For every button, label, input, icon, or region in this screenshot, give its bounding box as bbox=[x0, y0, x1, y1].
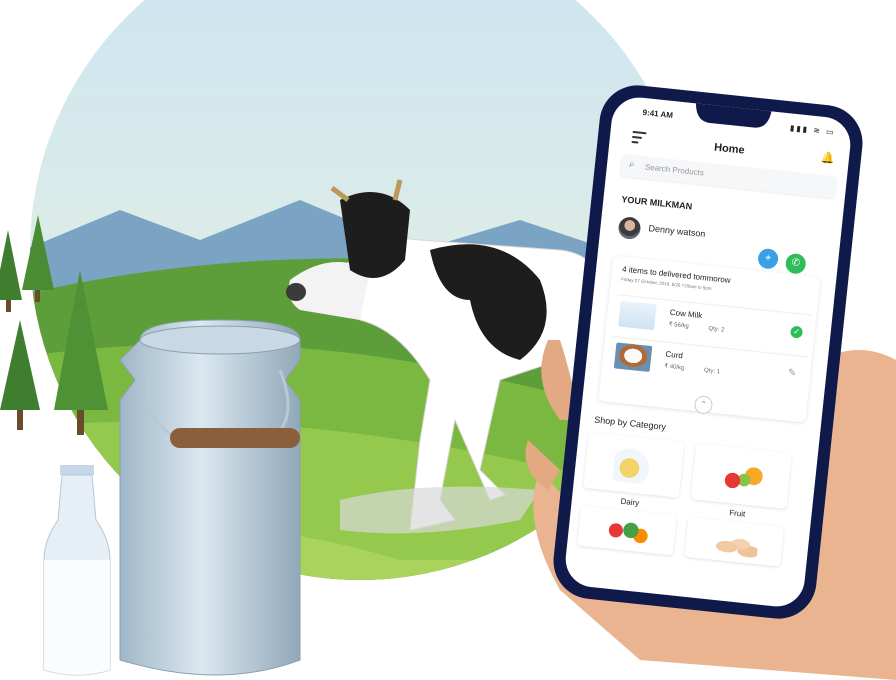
delivery-card: 4 items to delivered tommorow Friday 27 … bbox=[598, 255, 821, 423]
milkman-heading: YOUR MILKMAN bbox=[620, 194, 693, 212]
category-label bbox=[576, 559, 671, 569]
category-fruit[interactable]: Fruit bbox=[690, 443, 792, 519]
category-vegetables[interactable] bbox=[577, 505, 677, 556]
status-icons: ▮▮▮ ≋ ▭ bbox=[789, 123, 837, 138]
avatar bbox=[617, 216, 642, 241]
dairy-image bbox=[612, 444, 656, 485]
category-heading: Shop by Category bbox=[593, 414, 667, 432]
pencil-icon[interactable]: ✎ bbox=[787, 367, 796, 379]
status-time: 9:41 AM bbox=[642, 107, 674, 121]
item-qty: Qty: 1 bbox=[703, 367, 721, 376]
search-icon: ⌕ bbox=[628, 158, 636, 171]
category-dairy[interactable]: Dairy bbox=[583, 431, 685, 508]
location-button[interactable]: ⌖ bbox=[757, 247, 780, 270]
category-eggs[interactable] bbox=[684, 516, 785, 567]
fruit-image bbox=[717, 459, 767, 497]
item-qty: Qty: 2 bbox=[708, 325, 725, 334]
milk-packet-image bbox=[618, 300, 657, 331]
milkman-name: Denny watson bbox=[648, 223, 706, 240]
eggs-image bbox=[712, 529, 760, 561]
vegetables-image bbox=[599, 513, 653, 549]
bell-icon[interactable]: 🔔 bbox=[821, 151, 836, 165]
call-button[interactable]: ✆ bbox=[784, 252, 807, 275]
curd-bowl-image bbox=[613, 342, 653, 373]
item-name: Cow Milk bbox=[669, 307, 703, 321]
location-pin-icon: ⌖ bbox=[764, 252, 772, 265]
milk-bottle bbox=[43, 465, 111, 676]
check-icon: ✓ bbox=[789, 325, 804, 339]
milk-can bbox=[119, 319, 301, 676]
phone-icon: ✆ bbox=[791, 257, 801, 270]
phone-screen: 9:41 AM ▮▮▮ ≋ ▭ Home 🔔 ⌕ Search Products… bbox=[563, 97, 853, 607]
category-label bbox=[683, 571, 778, 581]
collapse-chevron-up-icon[interactable]: ⌃ bbox=[693, 394, 714, 415]
search-placeholder: Search Products bbox=[644, 162, 705, 178]
item-price: ₹ 40/kg bbox=[663, 363, 685, 372]
item-price: ₹ 56/kg bbox=[668, 321, 690, 330]
item-name: Curd bbox=[665, 349, 684, 361]
